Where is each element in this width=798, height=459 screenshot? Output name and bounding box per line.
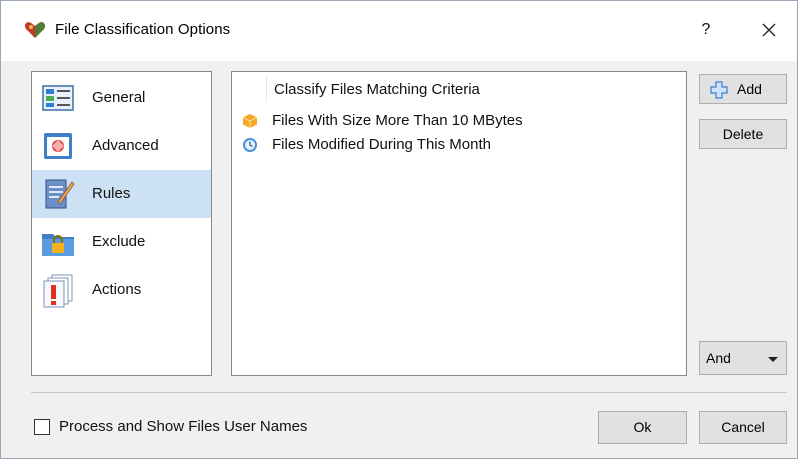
- plus-icon: [710, 81, 728, 99]
- general-icon: [42, 85, 74, 111]
- criteria-item-label: Files Modified During This Month: [272, 136, 491, 153]
- operator-value: And: [706, 350, 731, 366]
- size-box-icon: [242, 114, 258, 128]
- header-divider: [266, 76, 267, 102]
- criteria-item-label: Files With Size More Than 10 MBytes: [272, 112, 523, 129]
- criteria-item-size[interactable]: Files With Size More Than 10 MBytes: [240, 110, 680, 132]
- title-bar: File Classification Options ?: [1, 1, 797, 61]
- actions-icon: [43, 274, 73, 308]
- criteria-tree[interactable]: Classify Files Matching Criteria Files W…: [231, 71, 687, 376]
- window-title: File Classification Options: [55, 21, 231, 38]
- exclude-lock-icon: [42, 234, 74, 256]
- process-user-names-checkbox[interactable]: [34, 419, 50, 435]
- chevron-down-icon: [768, 357, 778, 362]
- sidebar-item-general[interactable]: General: [32, 74, 211, 122]
- operator-dropdown[interactable]: And: [699, 341, 787, 375]
- app-heart-icon: [24, 22, 46, 38]
- close-button[interactable]: [751, 15, 787, 45]
- close-icon: [762, 23, 776, 37]
- criteria-item-modified[interactable]: Files Modified During This Month: [240, 134, 680, 156]
- clock-icon: [243, 138, 257, 152]
- add-button-label: Add: [737, 81, 762, 97]
- advanced-icon: [44, 133, 72, 159]
- criteria-header: Classify Files Matching Criteria: [274, 81, 480, 98]
- sidebar-item-label: Advanced: [92, 137, 159, 154]
- rules-icon: [45, 179, 75, 209]
- sidebar-item-label: General: [92, 89, 146, 106]
- delete-button[interactable]: Delete: [699, 119, 787, 149]
- help-button[interactable]: ?: [691, 15, 721, 45]
- category-list: General Advanced Rules Exclude Actions: [31, 71, 212, 376]
- sidebar-item-label: Actions: [92, 281, 142, 298]
- sidebar-item-label: Exclude: [92, 233, 146, 250]
- sidebar-item-rules[interactable]: Rules: [32, 170, 211, 218]
- separator: [31, 392, 787, 393]
- process-user-names-label[interactable]: Process and Show Files User Names: [59, 418, 307, 435]
- sidebar-item-actions[interactable]: Actions: [32, 266, 211, 314]
- sidebar-item-advanced[interactable]: Advanced: [32, 122, 211, 170]
- sidebar-item-exclude[interactable]: Exclude: [32, 218, 211, 266]
- file-classification-options-dialog: File Classification Options ? General Ad…: [0, 0, 798, 459]
- ok-button[interactable]: Ok: [598, 411, 687, 444]
- cancel-button[interactable]: Cancel: [699, 411, 787, 444]
- add-button[interactable]: Add: [699, 74, 787, 104]
- sidebar-item-label: Rules: [92, 185, 131, 202]
